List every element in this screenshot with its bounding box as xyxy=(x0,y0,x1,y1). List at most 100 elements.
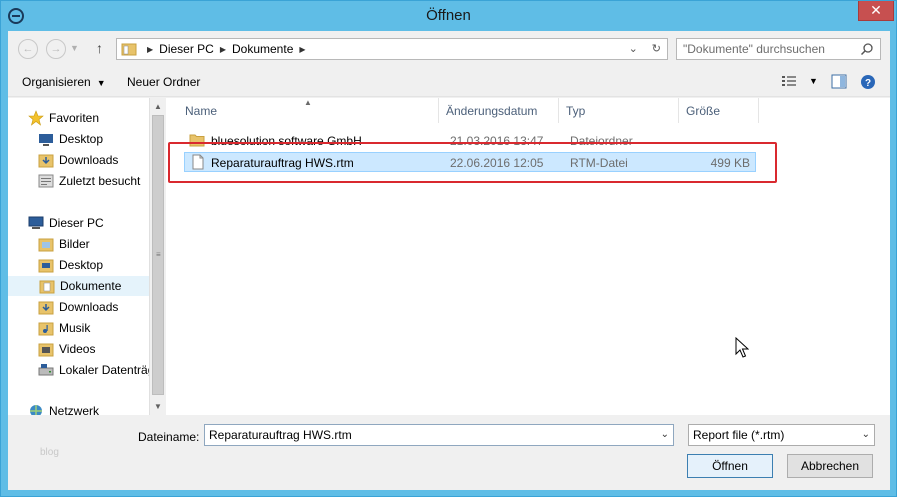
title-bar[interactable]: Öffnen ✕ xyxy=(1,1,896,31)
nav-item-music[interactable]: Musik xyxy=(8,318,149,338)
open-button[interactable]: Öffnen xyxy=(687,454,773,478)
network-icon xyxy=(30,405,42,415)
dialog-client-area: ← → ▼ ↑ ▶ Dieser PC ▶ Dokumente ▶ ⌄ ↻ "D… xyxy=(8,31,890,490)
open-dialog-window: Öffnen ✕ ← → ▼ ↑ ▶ Dieser PC ▶ Dokumente… xyxy=(0,0,897,497)
breadcrumb-separator-icon[interactable]: ▶ xyxy=(299,45,305,54)
file-icon xyxy=(192,154,204,170)
arrow-up-icon: ↑ xyxy=(96,40,103,56)
arrow-right-icon: → xyxy=(50,43,62,55)
window-title: Öffnen xyxy=(426,7,471,24)
nav-item-downloads-pc[interactable]: Downloads xyxy=(8,297,149,317)
nav-item-label: Downloads xyxy=(59,153,119,167)
filetype-value: Report file (*.rtm) xyxy=(693,428,785,442)
nav-item-label: Musik xyxy=(59,321,91,335)
nav-item-recent[interactable]: Zuletzt besucht xyxy=(8,171,149,191)
command-toolbar: Organisieren ▼ Neuer Ordner ▼ ? xyxy=(8,67,890,97)
navigation-scrollbar[interactable]: ▲ ≡ ▼ xyxy=(149,98,165,415)
preview-pane-icon[interactable] xyxy=(831,74,847,89)
star-icon xyxy=(28,110,44,126)
chevron-down-icon[interactable]: ⌄ xyxy=(661,429,669,440)
file-row-selected[interactable]: Reparaturauftrag HWS.rtm 22.06.2016 12:0… xyxy=(184,152,756,172)
new-folder-button[interactable]: Neuer Ordner xyxy=(127,75,200,89)
filename-label: Dateiname: xyxy=(138,430,200,444)
file-row-folder[interactable]: bluesolution software GmbH 21.03.2016 13… xyxy=(184,131,756,151)
downloads-icon xyxy=(38,154,54,168)
back-button[interactable]: ← xyxy=(18,39,38,59)
folder-location-icon xyxy=(121,43,137,56)
column-header-date[interactable]: Änderungsdatum xyxy=(439,98,559,123)
nav-item-label: Favoriten xyxy=(49,111,100,125)
scrollbar-thumb[interactable]: ≡ xyxy=(152,115,164,395)
nav-item-downloads[interactable]: Downloads xyxy=(8,150,149,170)
file-date: 22.06.2016 12:05 xyxy=(450,156,544,170)
nav-item-favorites[interactable]: Favoriten xyxy=(8,108,149,128)
dialog-footer: blog Dateiname: ⌄ Report file (*.rtm) ⌄ … xyxy=(8,415,890,490)
forward-button[interactable]: → xyxy=(46,39,66,59)
nav-item-label: Dokumente xyxy=(60,279,122,293)
nav-item-label: Dieser PC xyxy=(49,216,104,230)
navigation-pane[interactable]: Favoriten Desktop Downloads Zuletzt besu… xyxy=(8,98,149,415)
filename-combobox[interactable]: ⌄ xyxy=(204,424,674,446)
file-size: 499 KB xyxy=(710,156,750,170)
nav-item-this-pc[interactable]: Dieser PC xyxy=(8,213,149,233)
chevron-down-icon: ▼ xyxy=(96,78,106,88)
breadcrumb-separator-icon[interactable]: ▶ xyxy=(220,45,226,54)
computer-icon xyxy=(28,216,44,229)
file-type: Dateiordner xyxy=(570,134,633,148)
nav-item-label: Videos xyxy=(59,342,96,356)
cancel-button[interactable]: Abbrechen xyxy=(787,454,873,478)
scroll-down-icon[interactable]: ▼ xyxy=(150,398,166,414)
nav-item-label: Desktop xyxy=(59,258,104,272)
svg-text:?: ? xyxy=(865,78,871,89)
organize-button[interactable]: Organisieren ▼ xyxy=(22,75,106,89)
documents-icon xyxy=(39,280,55,294)
up-button[interactable]: ↑ xyxy=(96,40,103,56)
history-dropdown-icon[interactable]: ▼ xyxy=(70,43,79,53)
search-box[interactable] xyxy=(676,38,881,60)
search-icon[interactable] xyxy=(860,42,874,56)
grip-icon: ≡ xyxy=(156,250,161,259)
file-date: 21.03.2016 13:47 xyxy=(450,134,544,148)
breadcrumb-documents[interactable]: Dokumente xyxy=(232,42,293,56)
music-icon xyxy=(38,322,54,336)
desktop-folder-icon xyxy=(38,259,54,273)
nav-item-videos[interactable]: Videos xyxy=(8,339,149,359)
filename-input[interactable] xyxy=(209,428,649,442)
nav-item-label: Bilder xyxy=(59,237,90,251)
breadcrumb-separator-icon[interactable]: ▶ xyxy=(147,45,153,54)
nav-item-pictures[interactable]: Bilder xyxy=(8,234,149,254)
column-header-type[interactable]: Typ xyxy=(559,98,679,123)
view-options-icon[interactable] xyxy=(781,74,797,88)
mouse-cursor-icon xyxy=(735,337,749,358)
nav-item-local-disk[interactable]: Lokaler Datenträger xyxy=(8,360,149,380)
refresh-icon[interactable]: ↻ xyxy=(652,42,661,55)
view-dropdown-icon[interactable]: ▼ xyxy=(809,76,818,86)
chevron-down-icon[interactable]: ⌄ xyxy=(629,42,638,55)
recent-icon xyxy=(38,174,54,188)
arrow-left-icon: ← xyxy=(22,43,34,55)
videos-icon xyxy=(38,343,54,357)
filetype-select[interactable]: Report file (*.rtm) ⌄ xyxy=(688,424,875,446)
file-name: Reparaturauftrag HWS.rtm xyxy=(211,156,354,170)
nav-item-desktop[interactable]: Desktop xyxy=(8,129,149,149)
pictures-icon xyxy=(38,238,54,252)
help-icon[interactable]: ? xyxy=(860,74,876,90)
search-input[interactable] xyxy=(683,42,853,56)
close-icon: ✕ xyxy=(870,2,882,18)
nav-item-label: Desktop xyxy=(59,132,104,146)
nav-item-network[interactable]: Netzwerk xyxy=(8,401,149,415)
chevron-down-icon: ⌄ xyxy=(861,429,870,440)
file-list[interactable]: Name ▲ Änderungsdatum Typ Größe bluesolu… xyxy=(166,98,890,415)
breadcrumb-this-pc[interactable]: Dieser PC xyxy=(159,42,214,56)
file-name: bluesolution software GmbH xyxy=(211,134,362,148)
column-header-size[interactable]: Größe xyxy=(679,98,759,123)
nav-item-desktop-folder[interactable]: Desktop xyxy=(8,255,149,275)
address-bar[interactable]: ▶ Dieser PC ▶ Dokumente ▶ ⌄ ↻ xyxy=(116,38,668,60)
navigation-row: ← → ▼ ↑ ▶ Dieser PC ▶ Dokumente ▶ ⌄ ↻ xyxy=(8,31,890,67)
close-button[interactable]: ✕ xyxy=(858,1,894,21)
nav-item-documents[interactable]: Dokumente xyxy=(8,276,149,296)
drive-icon xyxy=(38,364,54,376)
watermark-text: blog xyxy=(40,447,59,458)
folder-icon xyxy=(189,134,205,147)
scroll-up-icon[interactable]: ▲ xyxy=(150,98,166,114)
